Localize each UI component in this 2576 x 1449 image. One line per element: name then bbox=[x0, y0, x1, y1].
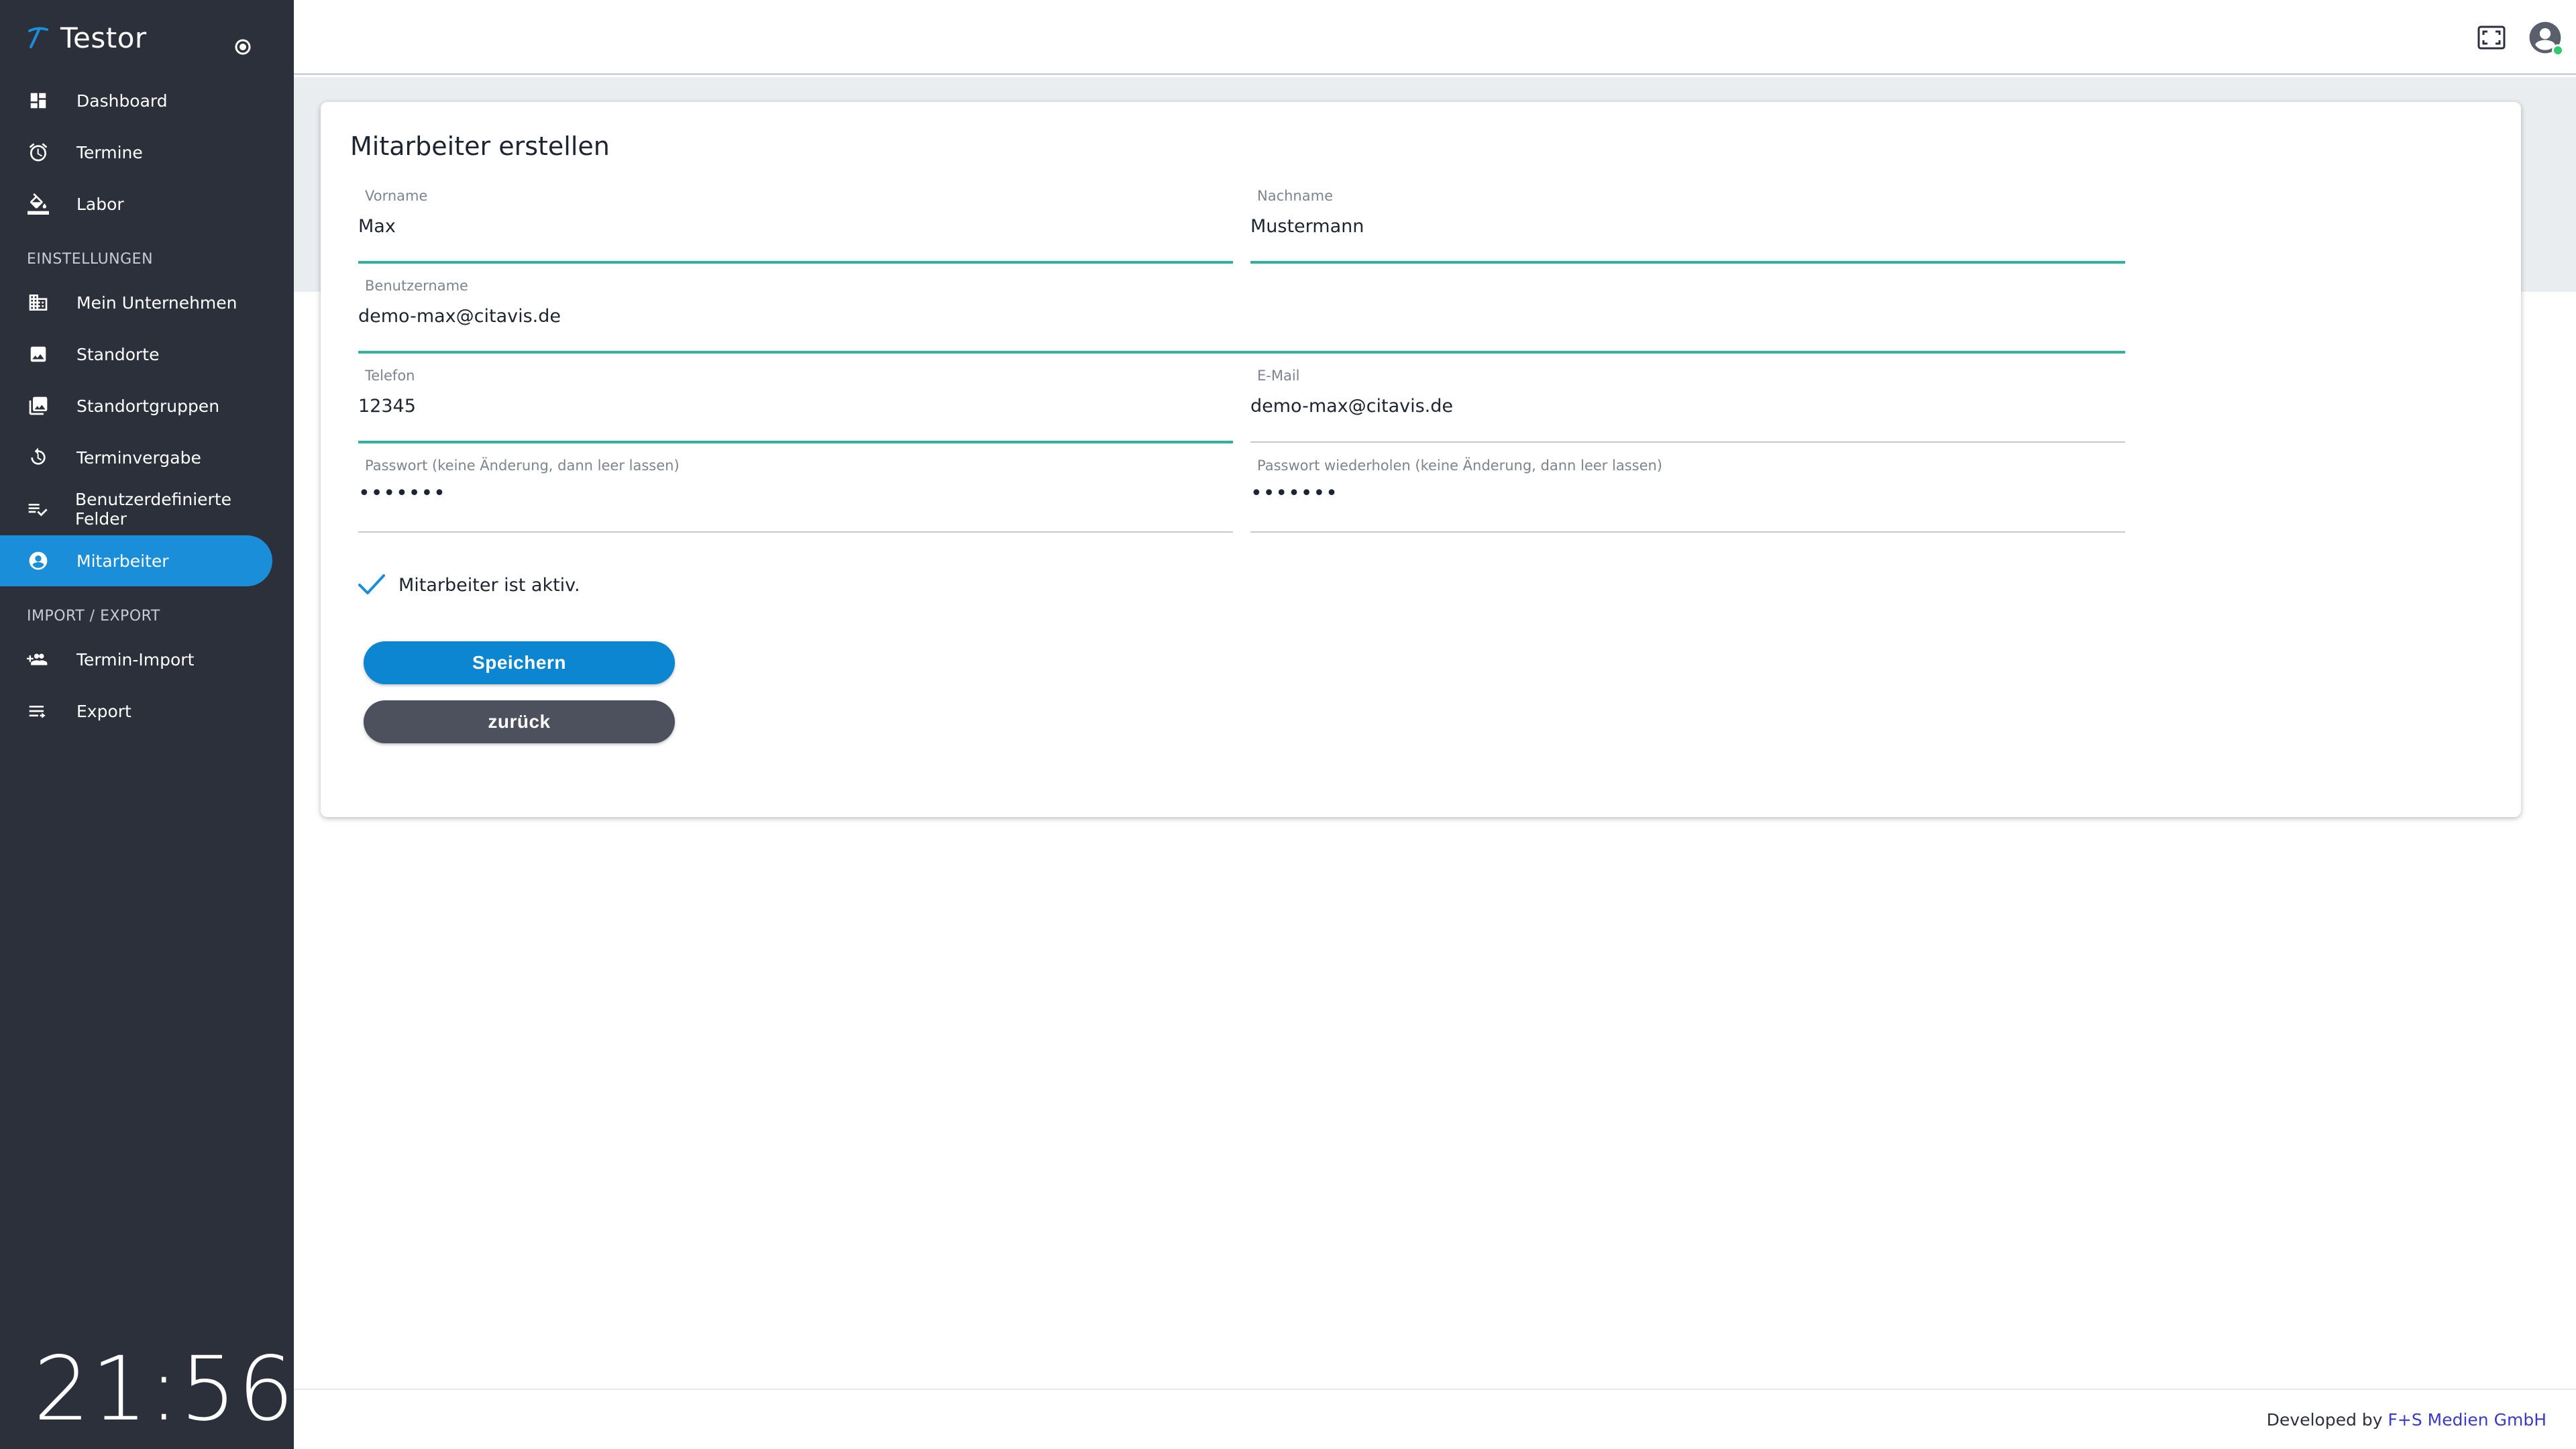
sidebar-item-mitarbeiter[interactable]: Mitarbeiter bbox=[0, 535, 272, 586]
sidebar-item-standortgruppen[interactable]: Standortgruppen bbox=[0, 380, 272, 431]
telefon-label: Telefon bbox=[365, 368, 415, 384]
image-icon bbox=[27, 343, 50, 366]
footer-text: Developed by F+S Medien GmbH bbox=[2267, 1410, 2546, 1430]
sidebar-item-terminvergabe[interactable]: Terminvergabe bbox=[0, 432, 272, 483]
passwort-input[interactable]: ••••••• bbox=[358, 482, 446, 505]
back-button[interactable]: zurück bbox=[364, 700, 675, 743]
sidebar-item-label: Dashboard bbox=[76, 91, 168, 111]
sidebar-item-termin-import[interactable]: Termin-Import bbox=[0, 634, 272, 685]
testor-logo-icon bbox=[28, 27, 48, 48]
email-field[interactable]: E-Mail demo-max@citavis.de bbox=[1250, 368, 2125, 443]
passwort-wiederholen-underline bbox=[1250, 531, 2125, 533]
active-checkbox-label: Mitarbeiter ist aktiv. bbox=[398, 574, 580, 596]
sidebar-item-standorte[interactable]: Standorte bbox=[0, 329, 272, 380]
nachname-input[interactable]: Mustermann bbox=[1250, 216, 1364, 237]
topbar bbox=[294, 0, 2576, 75]
footer: Developed by F+S Medien GmbH bbox=[294, 1389, 2576, 1449]
section-label-einstellungen: EINSTELLUNGEN bbox=[27, 251, 154, 268]
alarm-clock-icon bbox=[27, 141, 50, 164]
vorname-underline bbox=[358, 261, 1233, 264]
nachname-label: Nachname bbox=[1257, 188, 1333, 204]
fullscreen-icon[interactable] bbox=[2477, 24, 2506, 51]
sidebar-item-labor[interactable]: Labor bbox=[0, 178, 272, 229]
sidebar: Testor Dashboard Termine Labor EINSTELLU… bbox=[0, 0, 294, 1449]
passwort-wiederholen-label: Passwort wiederholen (keine Änderung, da… bbox=[1257, 458, 1662, 474]
benutzername-underline bbox=[358, 351, 2125, 354]
telefon-input[interactable]: 12345 bbox=[358, 396, 416, 417]
vorname-label: Vorname bbox=[365, 188, 428, 204]
list-export-icon bbox=[27, 700, 50, 722]
sidebar-item-label: Labor bbox=[76, 194, 124, 214]
passwort-underline bbox=[358, 531, 1233, 533]
image-stack-icon bbox=[27, 394, 50, 417]
online-status-badge bbox=[2552, 44, 2564, 56]
sidebar-item-benutzerdefinierte-felder[interactable]: Benutzerdefinierte Felder bbox=[0, 484, 272, 535]
sidebar-item-label: Termine bbox=[76, 142, 143, 162]
building-icon bbox=[27, 291, 50, 314]
clock: 21:56 bbox=[34, 1338, 296, 1441]
save-button[interactable]: Speichern bbox=[364, 641, 675, 684]
sidebar-item-export[interactable]: Export bbox=[0, 686, 272, 737]
footer-company-link[interactable]: F+S Medien GmbH bbox=[2388, 1410, 2546, 1430]
sidebar-toggle-icon[interactable] bbox=[233, 38, 252, 56]
people-add-icon bbox=[27, 648, 50, 671]
sidebar-item-termine[interactable]: Termine bbox=[0, 127, 272, 178]
email-input[interactable]: demo-max@citavis.de bbox=[1250, 396, 1453, 417]
sidebar-item-label: Benutzerdefinierte Felder bbox=[75, 490, 231, 529]
sidebar-item-label: Termin-Import bbox=[76, 649, 195, 669]
brand-name: Testor bbox=[60, 21, 147, 54]
nachname-field[interactable]: Nachname Mustermann bbox=[1250, 188, 2125, 264]
footer-prefix: Developed by bbox=[2266, 1410, 2383, 1430]
paint-bucket-icon bbox=[27, 193, 50, 215]
employee-form-card: Mitarbeiter erstellen Vorname Max Nachna… bbox=[321, 102, 2521, 817]
email-underline bbox=[1250, 441, 2125, 443]
section-label-import-export: IMPORT / EXPORT bbox=[27, 608, 160, 625]
sidebar-item-label: Terminvergabe bbox=[76, 447, 201, 468]
active-checkbox[interactable]: Mitarbeiter ist aktiv. bbox=[357, 572, 580, 598]
sidebar-item-label: Standortgruppen bbox=[76, 396, 220, 416]
benutzername-input[interactable]: demo-max@citavis.de bbox=[358, 306, 561, 327]
nachname-underline bbox=[1250, 261, 2125, 264]
sidebar-item-label: Export bbox=[76, 701, 131, 721]
email-label: E-Mail bbox=[1257, 368, 1300, 384]
user-circle-icon bbox=[27, 549, 50, 572]
checkmark-icon[interactable] bbox=[357, 572, 386, 598]
vorname-input[interactable]: Max bbox=[358, 216, 396, 237]
benutzername-label: Benutzername bbox=[365, 278, 468, 294]
refresh-clock-icon bbox=[27, 446, 50, 469]
vorname-field[interactable]: Vorname Max bbox=[358, 188, 1233, 264]
sidebar-item-label: Standorte bbox=[76, 344, 160, 364]
checklist-icon bbox=[27, 498, 48, 521]
telefon-underline bbox=[358, 441, 1233, 443]
brand[interactable]: Testor bbox=[24, 16, 147, 59]
sidebar-item-label: Mein Unternehmen bbox=[76, 292, 237, 313]
telefon-field[interactable]: Telefon 12345 bbox=[358, 368, 1233, 443]
passwort-wiederholen-input[interactable]: ••••••• bbox=[1250, 482, 1338, 505]
page-title: Mitarbeiter erstellen bbox=[350, 131, 610, 161]
passwort-wiederholen-field[interactable]: Passwort wiederholen (keine Änderung, da… bbox=[1250, 458, 2125, 533]
benutzername-field[interactable]: Benutzername demo-max@citavis.de bbox=[358, 278, 2125, 354]
dashboard-icon bbox=[27, 89, 50, 112]
sidebar-item-label: Mitarbeiter bbox=[76, 551, 169, 571]
passwort-label: Passwort (keine Änderung, dann leer lass… bbox=[365, 458, 680, 474]
sidebar-item-mein-unternehmen[interactable]: Mein Unternehmen bbox=[0, 277, 272, 328]
passwort-field[interactable]: Passwort (keine Änderung, dann leer lass… bbox=[358, 458, 1233, 533]
sidebar-item-dashboard[interactable]: Dashboard bbox=[0, 75, 272, 126]
